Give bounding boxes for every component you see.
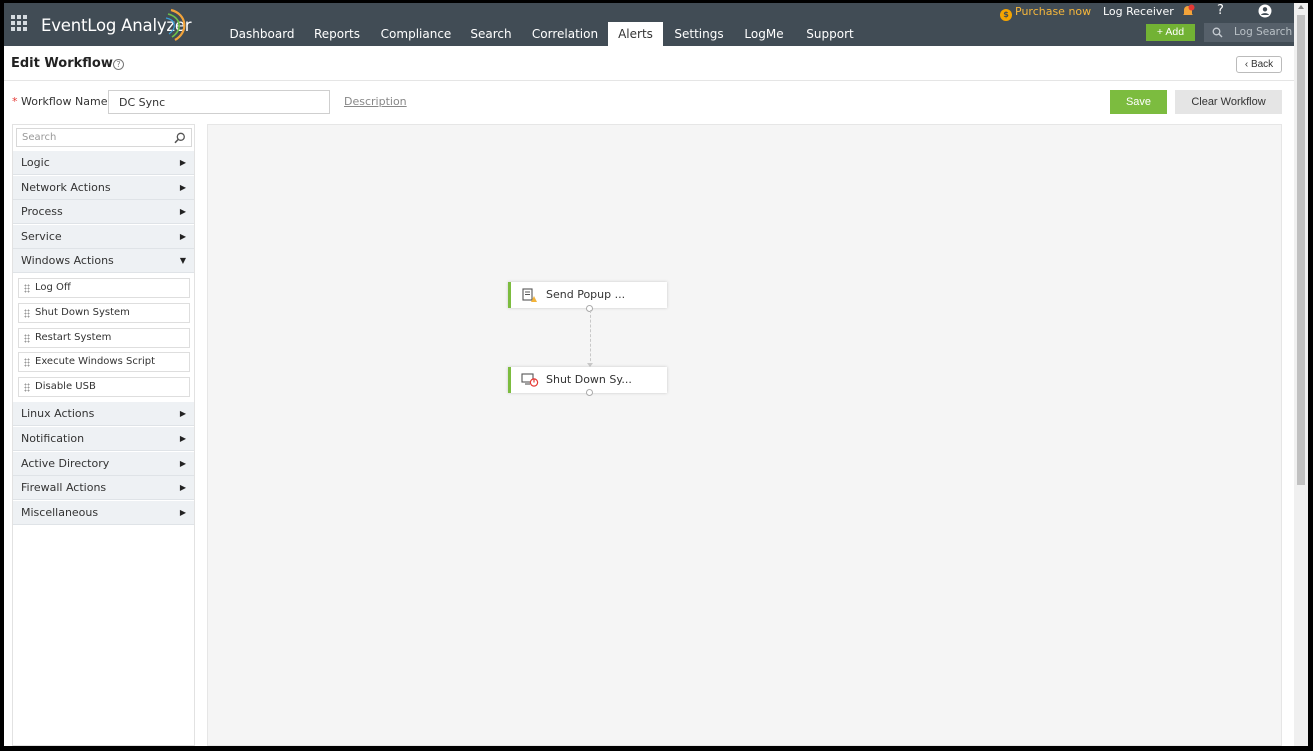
purchase-now-link[interactable]: $ Purchase now [1000,5,1091,21]
workflow-node-send-popup[interactable]: Send Popup ... [508,282,667,308]
workflow-name-input[interactable] [108,90,330,114]
tab-alerts[interactable]: Alerts [608,22,663,46]
sidebar-search-placeholder: Search [22,132,57,143]
category-label: Windows Actions [21,254,114,267]
description-link[interactable]: Description [344,95,407,108]
drag-handle-icon[interactable] [24,334,30,343]
help-circle-icon[interactable]: ? [113,59,124,70]
sidebar-category-windows-actions[interactable]: Windows Actions ▼ [13,249,194,273]
action-item-label: Shut Down System [35,307,130,318]
sidebar-search-input[interactable]: Search [16,128,192,147]
save-button[interactable]: Save [1110,90,1167,114]
tab-logme[interactable]: LogMe [738,22,790,46]
sidebar-category-service[interactable]: Service ▶ [13,225,194,249]
add-button[interactable]: + Add [1146,24,1195,41]
app-grid-icon[interactable] [11,15,27,31]
caret-right-icon: ▶ [179,459,186,468]
workflow-canvas[interactable]: Send Popup ... Shut Down Sy... [207,124,1282,746]
action-item-label: Log Off [35,282,71,293]
tab-correlation[interactable]: Correlation [526,22,604,46]
sidebar-category-linux-actions[interactable]: Linux Actions ▶ [13,402,194,426]
drag-handle-icon[interactable] [24,284,30,293]
category-label: Process [21,205,63,218]
sidebar-category-process[interactable]: Process ▶ [13,200,194,224]
category-label: Miscellaneous [21,506,99,519]
drag-handle-icon[interactable] [24,383,30,392]
action-item-label: Execute Windows Script [35,356,155,367]
search-icon [1212,27,1223,38]
caret-right-icon: ▶ [179,434,186,443]
back-label: Back [1250,59,1274,70]
tab-search[interactable]: Search [466,22,516,46]
tab-support[interactable]: Support [800,22,860,46]
caret-right-icon: ▶ [179,409,186,418]
action-item-disable-usb[interactable]: Disable USB [18,377,190,397]
sidebar-category-notification[interactable]: Notification ▶ [13,427,194,451]
category-label: Logic [21,156,50,169]
required-mark: * [12,95,18,108]
clear-workflow-button[interactable]: Clear Workflow [1175,90,1282,114]
tab-dashboard[interactable]: Dashboard [225,22,299,46]
tab-compliance[interactable]: Compliance [376,22,456,46]
category-label: Linux Actions [21,407,95,420]
node-connector [590,310,591,366]
node-label: Send Popup ... [546,288,626,301]
bell-icon[interactable] [1181,4,1195,18]
workflow-name-label-text: Workflow Name [21,95,108,108]
app-window: EventLog Analyzer Dashboard Reports Comp… [4,3,1294,746]
category-label: Notification [21,432,85,445]
sidebar-category-network-actions[interactable]: Network Actions ▶ [13,176,194,200]
workflow-name-label: * Workflow Name [12,95,107,108]
sidebar-category-firewall-actions[interactable]: Firewall Actions ▶ [13,476,194,500]
sidebar-category-active-directory[interactable]: Active Directory ▶ [13,452,194,476]
page-scrollbar[interactable] [1294,3,1308,746]
sidebar-category-logic[interactable]: Logic ▶ [13,151,194,175]
category-label: Active Directory [21,457,110,470]
node-label: Shut Down Sy... [546,373,632,386]
page-title: Edit Workflow [11,56,113,71]
caret-right-icon: ▶ [179,483,186,492]
logo-swoosh-icon [165,8,186,41]
log-receiver-link[interactable]: Log Receiver [1103,5,1174,18]
category-label: Service [21,230,62,243]
action-item-label: Disable USB [35,381,96,392]
caret-right-icon: ▶ [179,183,186,192]
drag-handle-icon[interactable] [24,309,30,318]
action-item-restart-system[interactable]: Restart System [18,328,190,348]
caret-right-icon: ▶ [179,158,186,167]
user-avatar-icon[interactable] [1258,4,1272,18]
sidebar-category-miscellaneous[interactable]: Miscellaneous ▶ [13,501,194,525]
action-item-execute-windows-script[interactable]: Execute Windows Script [18,352,190,372]
action-palette-sidebar: Search Logic ▶ Network Actions ▶ Process ▶ … [12,124,195,746]
tab-reports[interactable]: Reports [309,22,365,46]
purchase-now-label: Purchase now [1015,5,1092,18]
cart-icon: $ [1000,9,1012,21]
caret-down-icon: ▼ [179,256,186,265]
node-output-port[interactable] [586,389,593,396]
log-search-placeholder: Log Search [1234,26,1293,38]
popup-alert-icon [522,288,537,302]
caret-right-icon: ▶ [179,508,186,517]
category-label: Network Actions [21,181,111,194]
back-button[interactable]: ‹ Back [1236,56,1282,73]
action-item-label: Restart System [35,332,112,343]
scroll-up-arrow-icon[interactable] [1298,5,1304,9]
caret-right-icon: ▶ [179,232,186,241]
action-item-shut-down-system[interactable]: Shut Down System [18,303,190,323]
shutdown-system-icon [521,373,539,387]
tab-settings[interactable]: Settings [670,22,728,46]
header-divider [4,80,1294,81]
drag-handle-icon[interactable] [24,358,30,367]
category-label: Firewall Actions [21,481,107,494]
action-item-log-off[interactable]: Log Off [18,278,190,298]
log-search-input[interactable]: Log Search [1204,23,1294,42]
help-menu[interactable]: ? [1217,3,1224,18]
top-navigation-bar: EventLog Analyzer Dashboard Reports Comp… [4,3,1294,46]
search-icon[interactable] [174,132,186,144]
caret-right-icon: ▶ [179,207,186,216]
scrollbar-thumb[interactable] [1297,15,1305,485]
